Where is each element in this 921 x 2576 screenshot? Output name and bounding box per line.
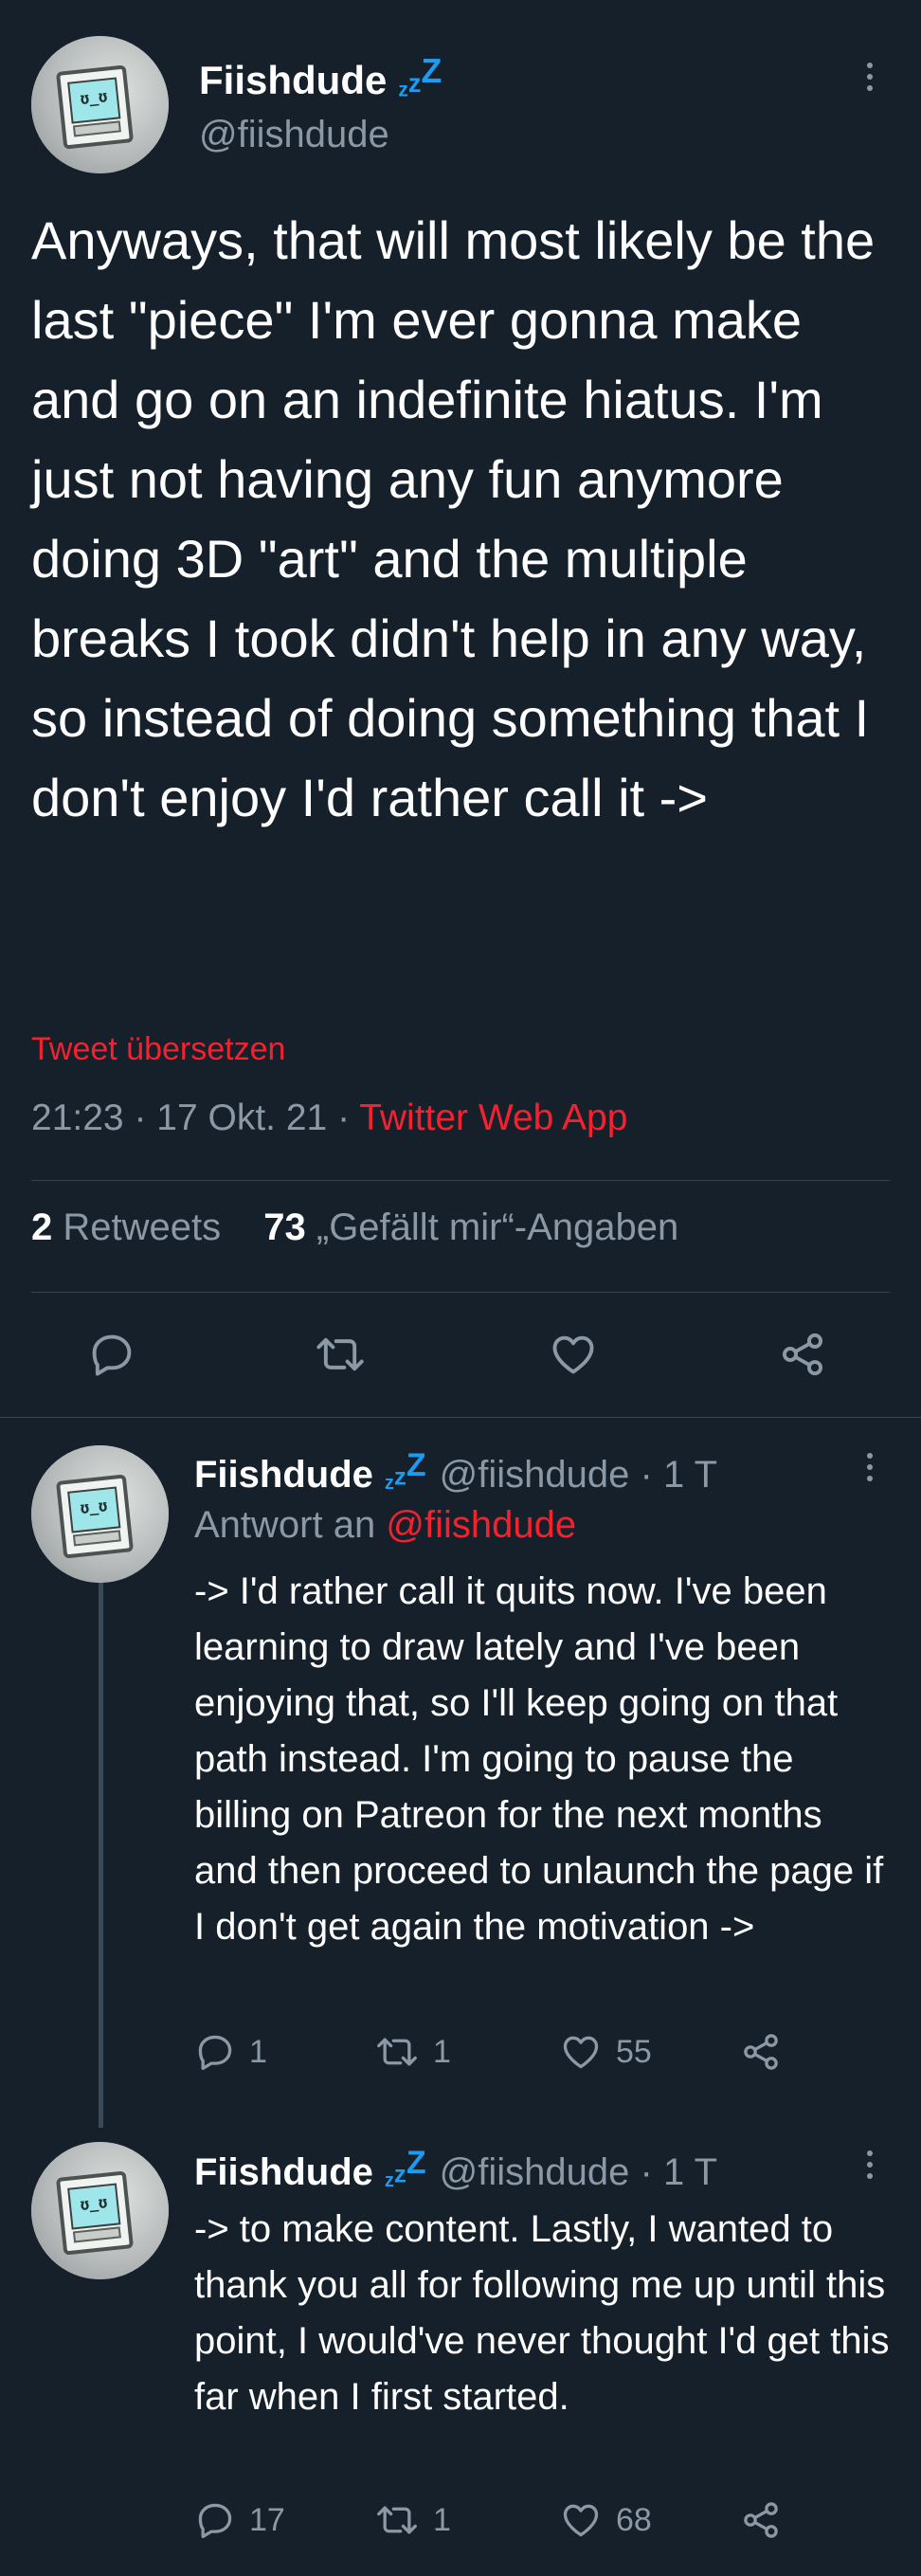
retweet-button[interactable]: 1 [374,2499,451,2541]
retweet-count: 1 [433,2033,451,2070]
reply-header: Fiishdude zzZ @fiishdude · 1 T [194,1447,717,1497]
computer-monitor-icon: ʊ_ʊ [55,2170,135,2256]
like-button[interactable]: 55 [559,2031,652,2073]
reply-button[interactable] [87,1330,136,1379]
reply-icon [198,2035,232,2071]
more-options-icon[interactable] [858,2150,881,2179]
sleep-badge-icon: zzZ [384,2145,426,2191]
reply-icon [198,2503,232,2539]
more-options-icon[interactable] [858,63,881,91]
like-count: 68 [616,2501,652,2538]
computer-monitor-icon: ʊ_ʊ [55,64,135,150]
like-icon [552,1335,594,1374]
tweet-time[interactable]: 21:23 [31,1098,124,1138]
thread-connector [99,1578,103,2128]
tweet-metadata: 21:23 · 17 Okt. 21 · Twitter Web App [31,1098,628,1138]
tweet-date[interactable]: 17 Okt. 21 [156,1098,327,1138]
reply-count: 1 [249,2033,267,2070]
share-icon [744,2034,778,2070]
retweet-icon [377,2506,417,2534]
likes-stat[interactable]: 73 „Gefällt mir“-Angaben [263,1206,678,1248]
computer-monitor-icon: ʊ_ʊ [55,1474,135,1559]
share-button[interactable] [739,2499,783,2541]
share-icon [744,2502,778,2538]
reply-tweet[interactable]: ʊ_ʊ Fiishdude zzZ @fiishdude · 1 T -> to… [0,2128,921,2576]
like-icon [563,2504,599,2537]
sleep-badge-icon: zzZ [398,52,442,101]
main-tweet: ʊ_ʊ Fiishdude zzZ @fiishdude Anyways, th… [0,0,921,1418]
share-icon [782,1333,823,1376]
author-name-row: Fiishdude zzZ [199,52,442,103]
reply-button[interactable]: 1 [194,2031,267,2073]
avatar[interactable]: ʊ_ʊ [31,1445,169,1583]
like-button[interactable] [548,1330,599,1379]
retweet-count: 1 [433,2501,451,2538]
display-name[interactable]: Fiishdude [194,1454,373,1497]
reply-icon [92,1334,132,1376]
tweet-thread-page: ʊ_ʊ Fiishdude zzZ @fiishdude Anyways, th… [0,0,921,2576]
divider [31,1292,890,1293]
handle[interactable]: @fiishdude [199,114,389,156]
translate-tweet-link[interactable]: Tweet übersetzen [31,1031,285,1068]
retweet-icon [316,1337,364,1371]
like-icon [563,2036,599,2069]
avatar[interactable]: ʊ_ʊ [31,36,169,173]
divider [31,1180,890,1181]
reply-button[interactable]: 17 [194,2499,285,2541]
tweet-text: Anyways, that will most likely be the la… [31,210,876,827]
reply-to-line: Antwort an @fiishdude [194,1504,577,1546]
handle-and-time[interactable]: @fiishdude · 1 T [440,2151,717,2194]
like-count: 55 [616,2033,652,2070]
share-button[interactable] [777,1330,828,1379]
engagement-stats: 2 Retweets 73 „Gefällt mir“-Angaben [31,1206,678,1249]
avatar[interactable]: ʊ_ʊ [31,2142,169,2279]
tweet-source-link[interactable]: Twitter Web App [359,1098,627,1138]
retweet-button[interactable]: 1 [374,2031,451,2073]
sleep-badge-icon: zzZ [384,1447,426,1494]
reply-count: 17 [249,2501,285,2538]
handle-and-time[interactable]: @fiishdude · 1 T [440,1454,717,1497]
reply-text: -> I'd rather call it quits now. I've be… [194,1570,884,1948]
display-name[interactable]: Fiishdude [194,2151,373,2194]
reply-text: -> to make content. Lastly, I wanted to … [194,2208,890,2418]
reply-header: Fiishdude zzZ @fiishdude · 1 T [194,2145,717,2194]
share-button[interactable] [739,2031,783,2073]
more-options-icon[interactable] [858,1453,881,1481]
like-button[interactable]: 68 [559,2499,652,2541]
retweet-button[interactable] [313,1330,368,1379]
display-name[interactable]: Fiishdude [199,58,387,103]
tweet-action-bar [0,1322,921,1388]
reply-to-mention[interactable]: @fiishdude [386,1504,576,1546]
retweet-icon [377,2038,417,2066]
reply-tweet[interactable]: ʊ_ʊ Fiishdude zzZ @fiishdude · 1 T Antwo… [0,1417,921,2128]
retweets-stat[interactable]: 2 Retweets [31,1206,221,1248]
